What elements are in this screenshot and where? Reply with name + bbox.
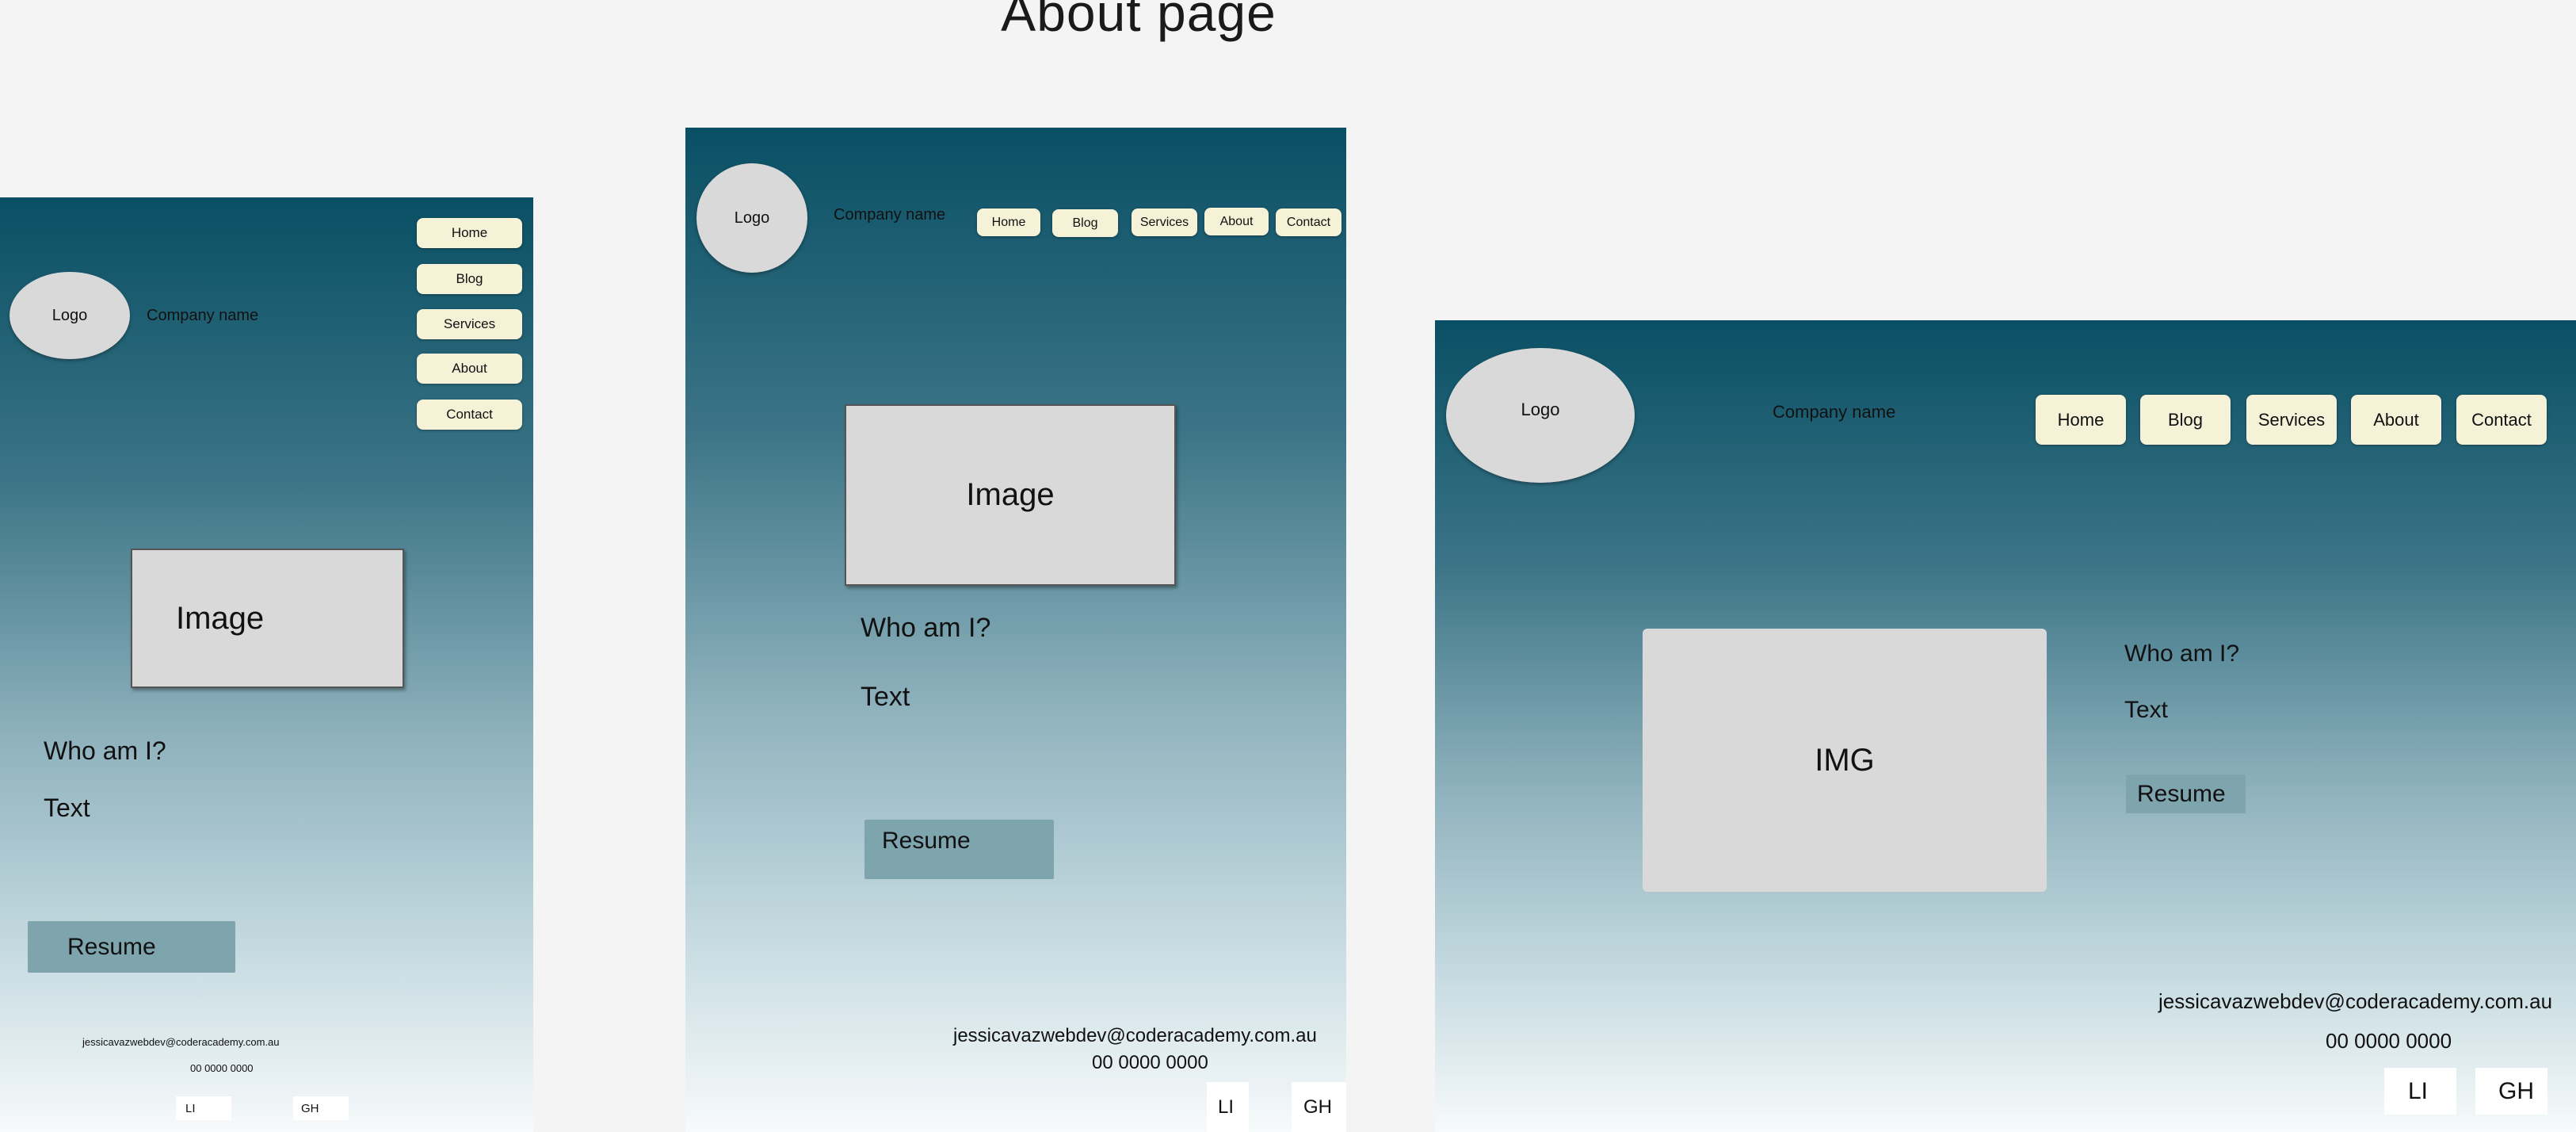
nav-home[interactable]: Home [2036, 395, 2126, 445]
about-text: Text [861, 682, 910, 712]
linkedin-link[interactable]: LI [176, 1096, 231, 1120]
nav-contact[interactable]: Contact [417, 400, 522, 430]
nav-services[interactable]: Services [417, 309, 522, 339]
company-name: Company name [834, 206, 946, 224]
resume-button[interactable]: Resume [28, 921, 235, 973]
nav-contact[interactable]: Contact [2456, 395, 2547, 445]
logo[interactable]: Logo [696, 163, 807, 273]
resume-label: Resume [67, 933, 156, 960]
nav-about[interactable]: About [1204, 208, 1269, 235]
nav-blog[interactable]: Blog [2140, 395, 2231, 445]
tablet-wireframe: Logo Company name Home Blog Services Abo… [685, 128, 1346, 1132]
image-placeholder: Image [845, 404, 1176, 586]
image-placeholder: IMG [1643, 629, 2047, 892]
logo[interactable]: Logo [10, 272, 130, 359]
nav-blog[interactable]: Blog [417, 264, 522, 294]
company-name: Company name [147, 307, 259, 324]
company-name: Company name [1773, 402, 1896, 422]
who-am-i-heading: Who am I? [44, 736, 166, 765]
resume-button[interactable]: Resume [2126, 774, 2246, 813]
resume-button[interactable]: Resume [864, 820, 1054, 879]
about-text: Text [2124, 697, 2169, 723]
linkedin-link[interactable]: LI [1207, 1082, 1249, 1132]
resume-label: Resume [2137, 780, 2226, 807]
phone: 00 0000 0000 [1092, 1052, 1208, 1073]
phone: 00 0000 0000 [2326, 1029, 2452, 1053]
nav-blog[interactable]: Blog [1052, 209, 1118, 237]
logo[interactable]: Logo [1446, 348, 1635, 483]
page-title: About page [1001, 0, 1277, 42]
github-link[interactable]: GH [2475, 1068, 2547, 1115]
email[interactable]: jessicavazwebdev@coderacademy.com.au [82, 1036, 280, 1048]
github-label: GH [1303, 1096, 1332, 1118]
image-label: Image [966, 477, 1055, 512]
mobile-wireframe: Logo Company name Home Blog Services Abo… [0, 197, 533, 1132]
image-placeholder: Image [131, 549, 404, 688]
linkedin-link[interactable]: LI [2384, 1068, 2456, 1115]
nav-about[interactable]: About [417, 354, 522, 384]
email[interactable]: jessicavazwebdev@coderacademy.com.au [2158, 989, 2552, 1014]
desktop-wireframe: Logo Company name Home Blog Services Abo… [1435, 320, 2576, 1132]
linkedin-label: LI [1218, 1096, 1235, 1118]
who-am-i-heading: Who am I? [2124, 641, 2240, 667]
nav-about[interactable]: About [2351, 395, 2441, 445]
nav-home[interactable]: Home [417, 218, 522, 248]
github-label: GH [2498, 1077, 2534, 1104]
resume-label: Resume [882, 828, 971, 854]
nav-contact[interactable]: Contact [1276, 208, 1341, 236]
linkedin-label: LI [2408, 1077, 2429, 1104]
github-label: GH [301, 1101, 319, 1115]
github-link[interactable]: GH [1292, 1082, 1346, 1132]
who-am-i-heading: Who am I? [861, 613, 991, 643]
nav-home[interactable]: Home [977, 208, 1040, 236]
about-text: Text [44, 794, 90, 822]
github-link[interactable]: GH [293, 1096, 349, 1120]
nav-services[interactable]: Services [2246, 395, 2337, 445]
image-label: IMG [1815, 742, 1875, 778]
nav-services[interactable]: Services [1132, 208, 1197, 236]
image-label: Image [176, 600, 265, 636]
linkedin-label: LI [185, 1101, 196, 1115]
phone: 00 0000 0000 [190, 1062, 254, 1074]
email[interactable]: jessicavazwebdev@coderacademy.com.au [953, 1025, 1317, 1047]
